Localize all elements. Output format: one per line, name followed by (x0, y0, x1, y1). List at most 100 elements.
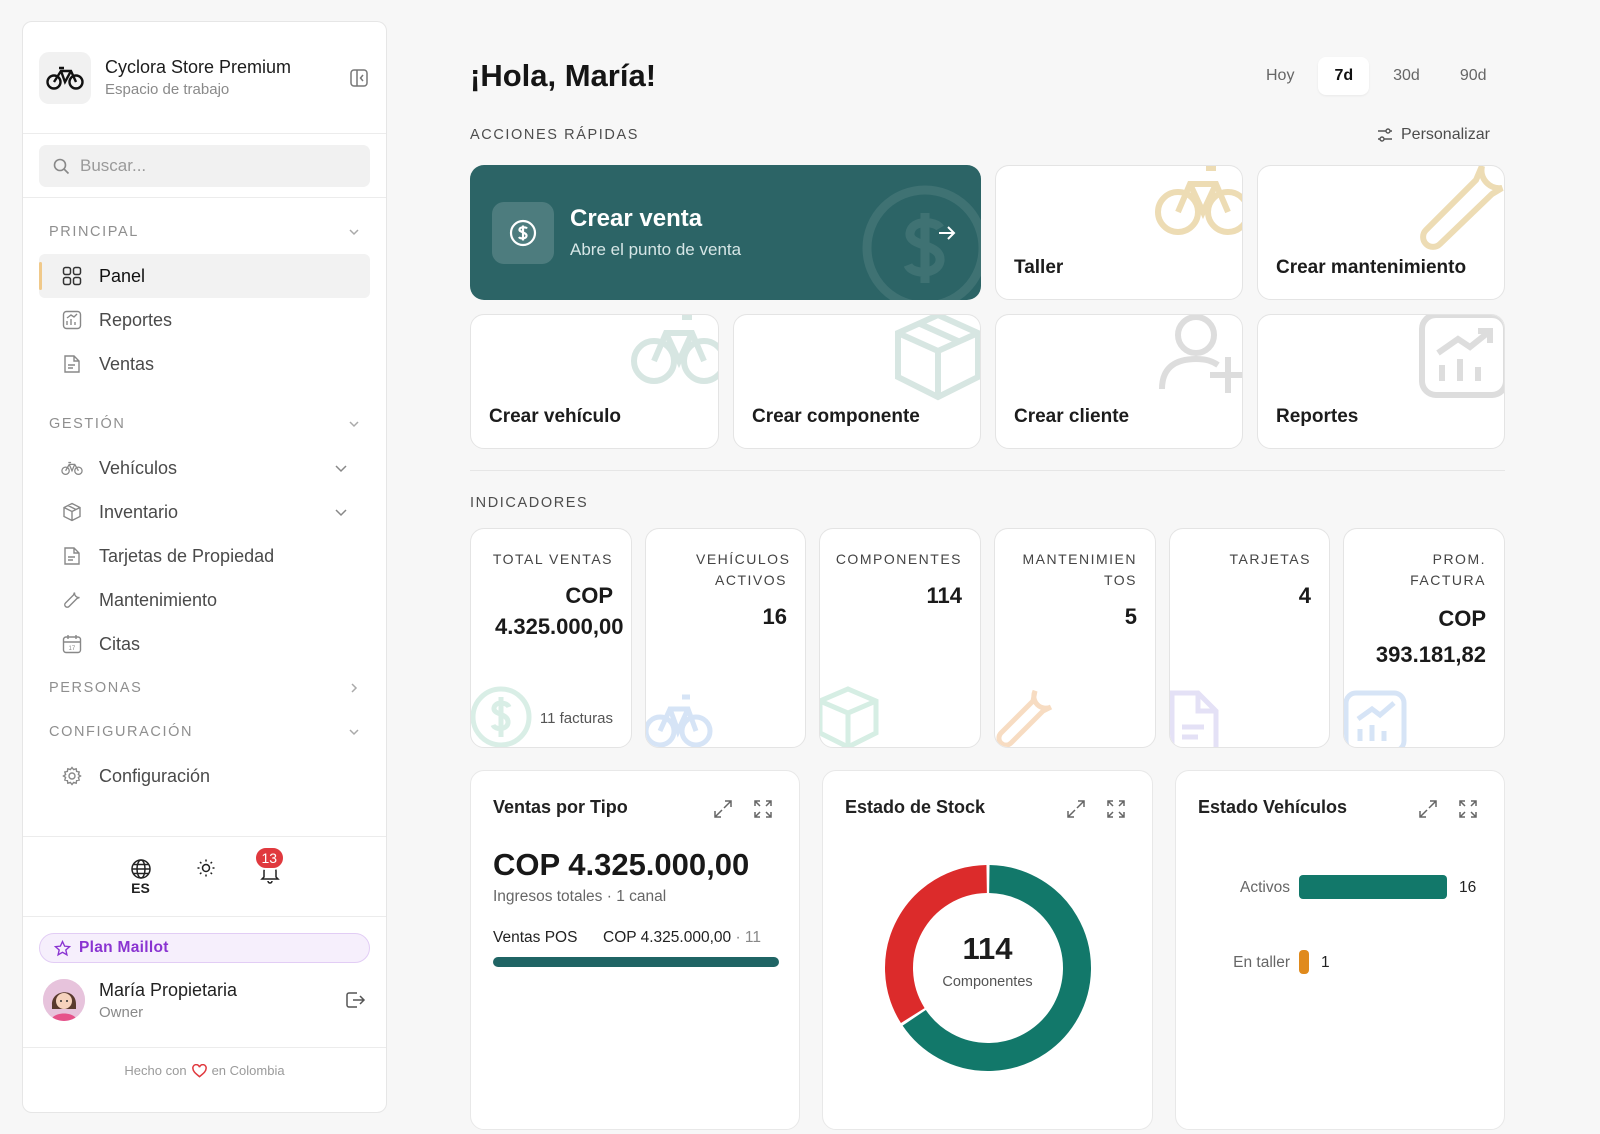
user-profile[interactable]: María Propietaria Owner (23, 963, 386, 1037)
grid-icon (61, 265, 83, 287)
language-switcher[interactable]: ES (130, 858, 152, 896)
personalize-label: Personalizar (1401, 126, 1490, 143)
bike-logo-icon (39, 51, 91, 104)
panel-ventas-por-tipo: Ventas por Tipo COP 4.325.000,00 Ingreso… (470, 770, 800, 1130)
range-option-30d[interactable]: 30d (1377, 57, 1436, 95)
quick-action-crear-componente[interactable]: Crear componente (733, 314, 981, 449)
kpi-value: 5 (1124, 604, 1137, 629)
section-configuracion[interactable]: CONFIGURACIÓN (23, 710, 386, 754)
search-icon (53, 158, 70, 174)
quick-action-label: Crear componente (752, 406, 920, 427)
chevron-down-icon (349, 729, 359, 736)
range-option-90d[interactable]: 90d (1444, 57, 1503, 95)
box-icon (61, 501, 83, 523)
search-input[interactable] (80, 156, 340, 176)
chevron-down-icon (349, 421, 359, 428)
panel-title: Estado de Stock (845, 797, 986, 817)
create-sale-card[interactable]: Crear venta Abre el punto de venta (470, 165, 981, 300)
chevron-down-icon (349, 229, 359, 236)
donut-label: Componentes (942, 974, 1033, 990)
sidebar-item-mantenimiento[interactable]: Mantenimiento (39, 578, 370, 622)
calendar-icon: 17 (61, 633, 83, 655)
panel-estado-stock: Estado de Stock 114 Componentes (822, 770, 1153, 1130)
expand-icon[interactable] (713, 799, 733, 819)
quick-action-crear-mantenimiento[interactable]: Crear mantenimiento (1257, 165, 1505, 300)
sun-icon (197, 859, 214, 876)
chevron-right-icon (351, 683, 358, 693)
channel-label: Ventas POS (493, 929, 578, 946)
quick-action-reportes[interactable]: Reportes (1257, 314, 1505, 449)
kpi-tarjetas: TARJETAS 4 (1169, 528, 1330, 748)
quick-action-label: Crear mantenimiento (1276, 257, 1467, 278)
bike-icon (646, 694, 713, 747)
range-option-7d[interactable]: 7d (1318, 57, 1370, 95)
panel-title: Ventas por Tipo (493, 797, 628, 817)
bike-icon (61, 457, 83, 479)
star-icon (54, 939, 71, 956)
stock-donut-chart (885, 865, 1091, 1071)
kpi-value: 114 (926, 583, 963, 608)
sidebar-footer: ES 13 Plan Maillot María Propietaria Own… (23, 836, 386, 1078)
section-principal[interactable]: PRINCIPAL (23, 210, 386, 254)
bar-label: En taller (1233, 954, 1290, 971)
section-personas[interactable]: PERSONAS (23, 666, 386, 710)
quick-actions-heading: ACCIONES RÁPIDAS (470, 127, 640, 143)
page-title: ¡Hola, María! (470, 58, 657, 93)
sidebar-item-tarjetas[interactable]: Tarjetas de Propiedad (39, 534, 370, 578)
sidebar-item-citas[interactable]: 17 Citas (39, 622, 370, 666)
quick-action-label: Crear cliente (1014, 406, 1130, 427)
add-user-icon (1159, 315, 1242, 393)
chevron-down-icon (335, 465, 347, 473)
sidebar-item-panel[interactable]: Panel (39, 254, 370, 298)
plan-badge[interactable]: Plan Maillot (39, 933, 370, 963)
logout-icon[interactable] (344, 989, 366, 1011)
create-sale-title: Crear venta (570, 205, 703, 232)
language-code: ES (131, 879, 150, 896)
sidebar-item-configuracion[interactable]: Configuración (39, 754, 370, 798)
personalize-button[interactable]: Personalizar (1377, 126, 1490, 144)
notification-badge: 13 (253, 845, 286, 870)
sidebar-item-ventas[interactable]: Ventas (39, 342, 370, 386)
document-icon (61, 545, 83, 567)
search-box[interactable] (39, 145, 370, 187)
sidebar-item-label: Vehículos (99, 457, 178, 478)
user-name: María Propietaria (99, 979, 238, 1000)
wrench-icon (1420, 166, 1504, 250)
total-revenue: COP 4.325.000,00 (493, 847, 750, 882)
section-title: CONFIGURACIÓN (49, 724, 194, 740)
heart-icon (191, 1063, 207, 1078)
dollar-icon (492, 202, 554, 264)
kpi-vehiculos-activos: VEHÍCULOS ACTIVOS 16 (645, 528, 806, 748)
section-divider (470, 470, 1505, 471)
fullscreen-icon[interactable] (1106, 799, 1126, 819)
create-sale-subtitle: Abre el punto de venta (570, 240, 742, 259)
quick-action-taller[interactable]: Taller (995, 165, 1243, 300)
quick-action-label: Reportes (1276, 406, 1359, 427)
sidebar-item-label: Citas (99, 633, 141, 654)
section-gestion[interactable]: GESTIÓN (23, 402, 386, 446)
reports-icon (1419, 315, 1504, 398)
sidebar-item-vehiculos[interactable]: Vehículos (39, 446, 370, 490)
sidebar-item-reportes[interactable]: Reportes (39, 298, 370, 342)
range-option-hoy[interactable]: Hoy (1250, 57, 1310, 95)
kpi-label: COMPONENTES (835, 551, 962, 567)
box-icon (895, 315, 980, 401)
wrench-icon (996, 689, 1053, 747)
revenue-subtitle: Ingresos totales · 1 canal (493, 888, 667, 905)
panel-estado-vehiculos: Estado Vehículos Activos 16 En taller 1 (1175, 770, 1505, 1130)
sidebar-item-label: Tarjetas de Propiedad (99, 545, 275, 566)
fullscreen-icon[interactable] (753, 799, 773, 819)
quick-action-crear-vehiculo[interactable]: Crear vehículo (470, 314, 719, 449)
collapse-sidebar-icon[interactable] (348, 67, 370, 89)
svg-text:17: 17 (69, 646, 76, 652)
channel-value: COP 4.325.000,00 · 11 (603, 929, 761, 947)
notifications-button[interactable]: 13 (253, 845, 286, 884)
sidebar-item-label: Panel (99, 265, 146, 286)
theme-toggle[interactable] (196, 858, 216, 878)
expand-icon[interactable] (1066, 799, 1086, 819)
sidebar-item-inventario[interactable]: Inventario (39, 490, 370, 534)
chevron-down-icon (335, 509, 347, 517)
quick-action-crear-cliente[interactable]: Crear cliente (995, 314, 1243, 449)
quick-action-label: Crear vehículo (489, 406, 621, 427)
bar-label: Activos (1240, 879, 1290, 896)
